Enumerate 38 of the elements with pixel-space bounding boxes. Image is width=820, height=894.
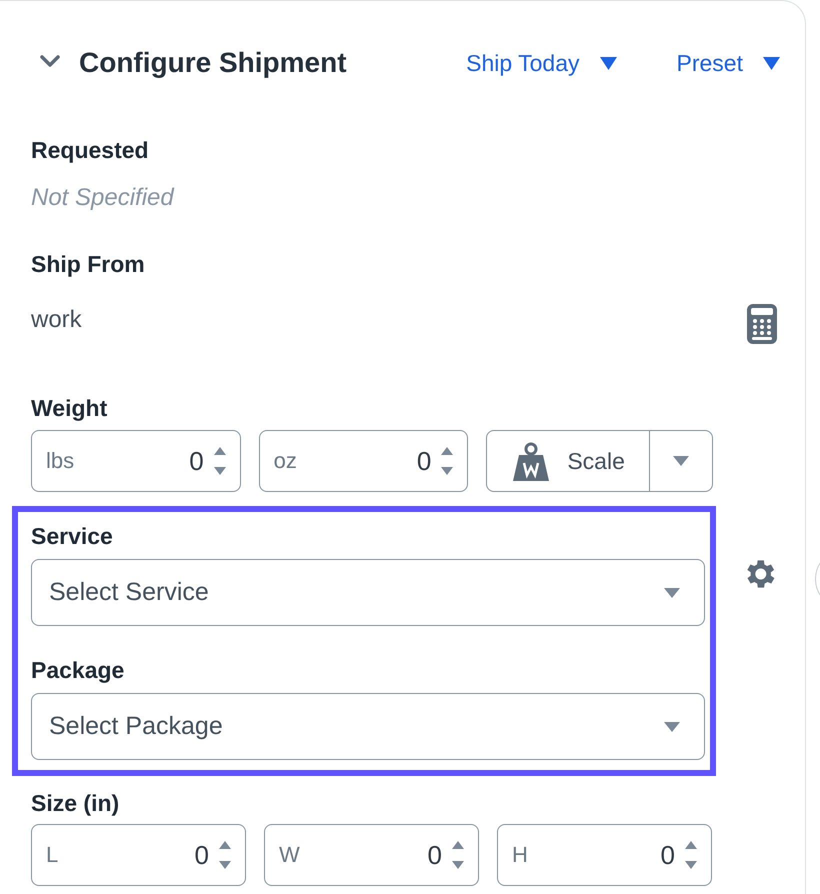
caret-icon: [600, 56, 617, 70]
field-label: Size (in): [31, 789, 120, 818]
field-label: Weight: [31, 394, 108, 423]
field-value: 0: [660, 840, 675, 870]
section-title: Configure Shipment: [79, 47, 348, 79]
field-value: 0: [194, 840, 209, 870]
scale-button[interactable]: Scale: [486, 430, 713, 492]
number-field[interactable]: L 0: [31, 824, 246, 886]
dropdown-menu[interactable]: Ship Today: [466, 50, 617, 76]
field-value: 0: [428, 840, 442, 870]
caret-icon: [664, 722, 680, 732]
unit-label: oz: [274, 448, 298, 474]
number-field[interactable]: lbs 0: [31, 430, 241, 492]
field-label: Requested: [31, 136, 150, 165]
select-dropdown[interactable]: Select Service: [31, 559, 706, 626]
select-placeholder: Select Package: [49, 712, 223, 741]
number-field[interactable]: W 0: [264, 824, 479, 886]
field-label: Package: [31, 656, 126, 685]
field-value: 0: [416, 446, 432, 476]
unit-label: H: [512, 842, 529, 868]
number-field[interactable]: H 0: [497, 824, 712, 886]
calculator-icon[interactable]: [747, 304, 777, 344]
field-value: 0: [189, 446, 204, 476]
unit-label: W: [279, 842, 301, 868]
unit-label: lbs: [46, 448, 76, 474]
field-label: Ship From: [31, 250, 146, 279]
select-dropdown[interactable]: Select Package: [31, 693, 706, 760]
field-value: Not Specified: [31, 183, 176, 213]
field-value: work: [31, 305, 82, 335]
select-placeholder: Select Service: [49, 578, 209, 607]
caret-icon: [664, 588, 680, 598]
number-field[interactable]: oz 0: [258, 430, 468, 492]
weight-icon: [511, 441, 552, 481]
dropdown-menu[interactable]: Preset: [676, 50, 780, 76]
caret-icon: [763, 56, 780, 70]
caret-icon: [673, 456, 689, 466]
field-label: Service: [31, 522, 114, 551]
unit-label: L: [46, 842, 60, 868]
